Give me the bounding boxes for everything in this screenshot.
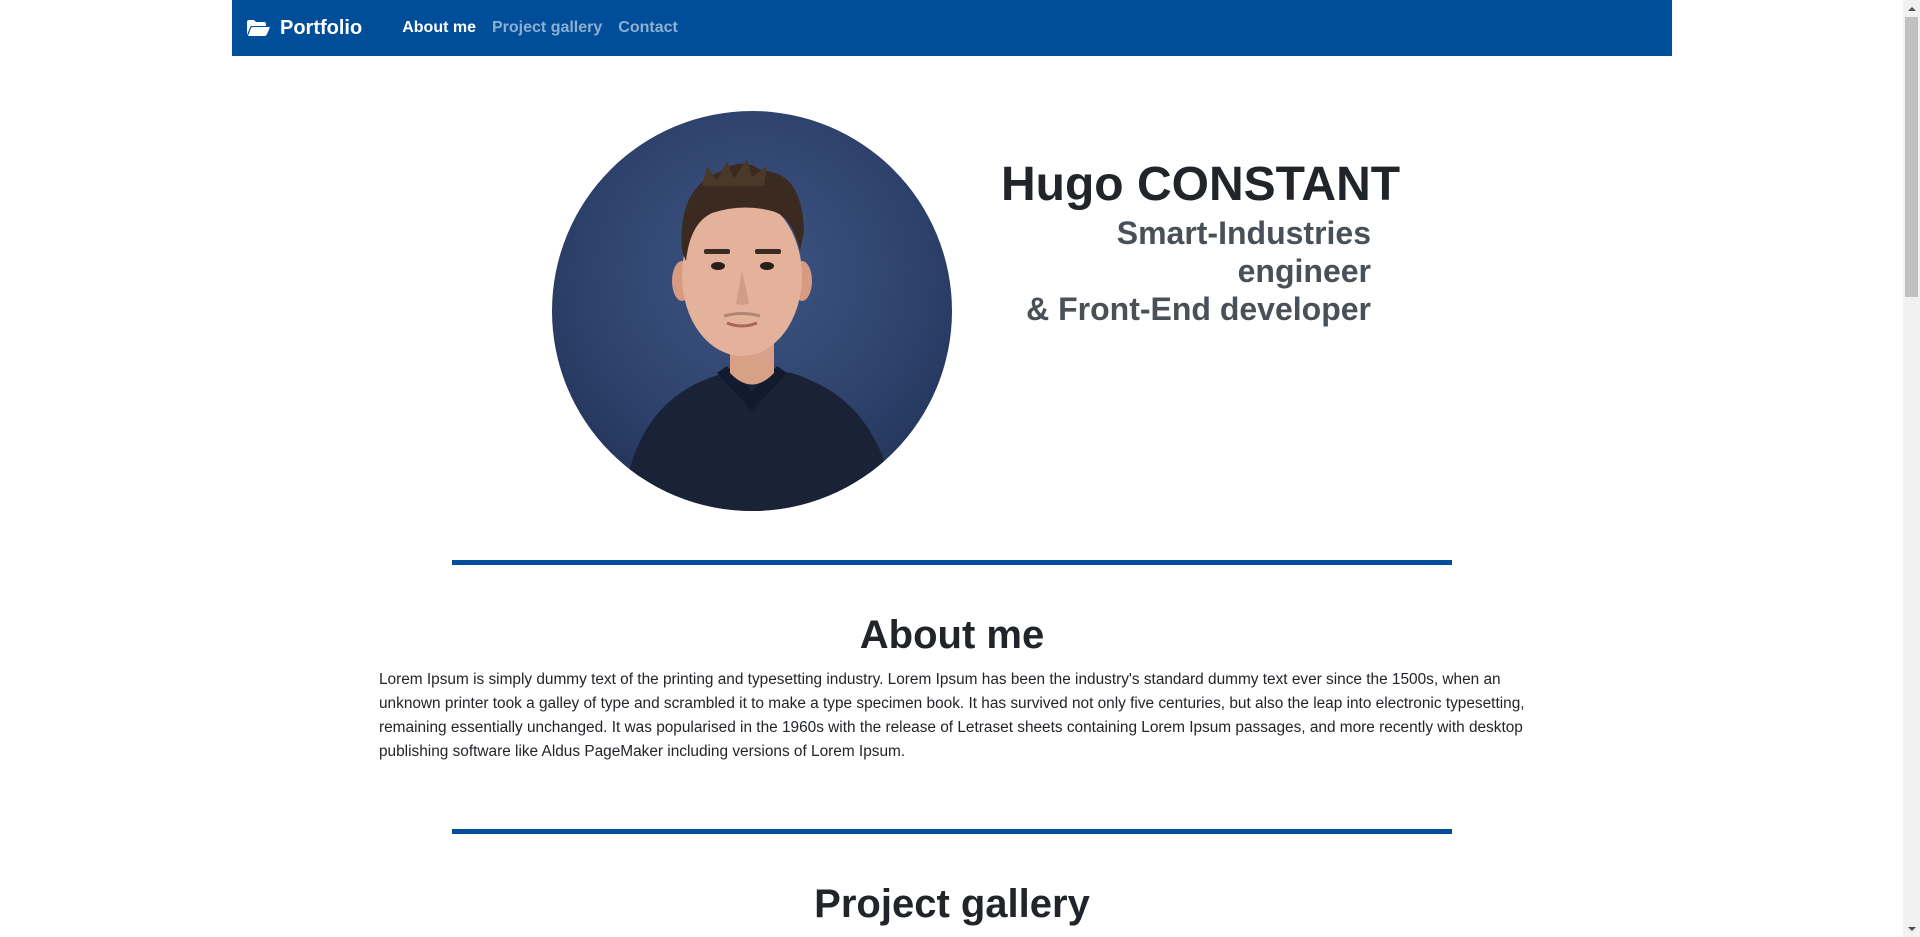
about-title: About me <box>859 613 1045 657</box>
hero-subtitle-line1: Smart-Industries engineer <box>1116 215 1371 289</box>
nav-link-contact[interactable]: Contact <box>618 19 678 37</box>
profile-photo-illustration <box>622 159 897 511</box>
brand-label: Portfolio <box>280 16 363 39</box>
section-divider <box>452 560 1452 565</box>
page: Portfolio About me Project gallery Conta… <box>0 0 1920 937</box>
nav-link-about-me[interactable]: About me <box>402 19 476 37</box>
hero-text: Hugo CONSTANT Smart-Industries engineer … <box>1001 156 1421 328</box>
scroll-down-arrow-icon[interactable] <box>1903 920 1920 937</box>
navbar: Portfolio About me Project gallery Conta… <box>232 0 1672 56</box>
hero-subtitle: Smart-Industries engineer & Front-End de… <box>1001 214 1371 328</box>
gallery-title: Project gallery <box>814 882 1090 926</box>
brand-link[interactable]: Portfolio <box>246 17 362 40</box>
hero-subtitle-line2: & Front-End developer <box>1026 291 1371 327</box>
vertical-scrollbar[interactable] <box>1903 0 1920 937</box>
scrollbar-thumb[interactable] <box>1905 17 1918 297</box>
about-text: Lorem Ipsum is simply dummy text of the … <box>379 671 1525 760</box>
scroll-up-arrow-icon[interactable] <box>1903 0 1920 17</box>
folder-open-icon <box>247 20 270 36</box>
nav-link-project-gallery[interactable]: Project gallery <box>492 19 602 37</box>
hero-name: Hugo CONSTANT <box>1001 158 1401 211</box>
nav-links: About me Project gallery Contact <box>402 19 678 37</box>
profile-photo <box>552 111 952 511</box>
section-divider <box>452 829 1452 834</box>
